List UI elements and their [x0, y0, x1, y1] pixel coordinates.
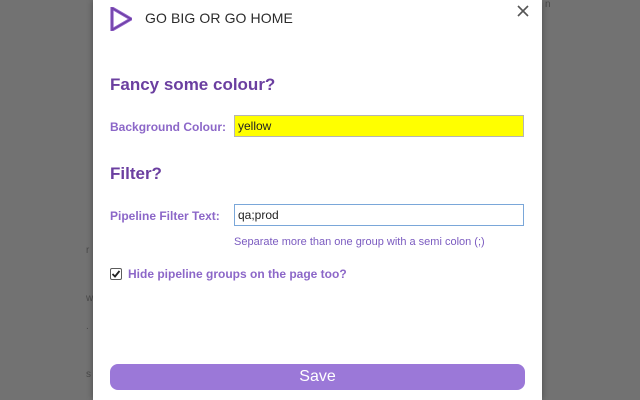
hide-groups-checkbox[interactable] [110, 268, 122, 280]
filter-helper-text: Separate more than one group with a semi… [234, 236, 485, 248]
background-fragment: r [86, 245, 90, 256]
pipeline-filter-input[interactable] [234, 204, 524, 226]
filter-section-title: Filter? [110, 164, 162, 183]
settings-dialog: GO BIG OR GO HOME Fancy some colour? Bac… [93, 0, 542, 400]
dialog-header: GO BIG OR GO HOME [93, 0, 542, 40]
background-fragment: n [545, 0, 551, 10]
background-fragment: . [86, 321, 89, 332]
checkmark-icon [111, 270, 121, 278]
pipeline-filter-label: Pipeline Filter Text: [110, 209, 220, 223]
close-icon[interactable] [514, 2, 532, 20]
play-triangle-logo-icon [110, 7, 132, 31]
save-button[interactable]: Save [110, 364, 525, 390]
colour-section-title: Fancy some colour? [110, 75, 276, 94]
background-colour-input[interactable] [234, 115, 524, 137]
app-title: GO BIG OR GO HOME [145, 10, 293, 26]
background-fragment: s [86, 369, 91, 380]
hide-groups-label[interactable]: Hide pipeline groups on the page too? [128, 267, 347, 282]
background-colour-label: Background Colour: [110, 120, 226, 134]
